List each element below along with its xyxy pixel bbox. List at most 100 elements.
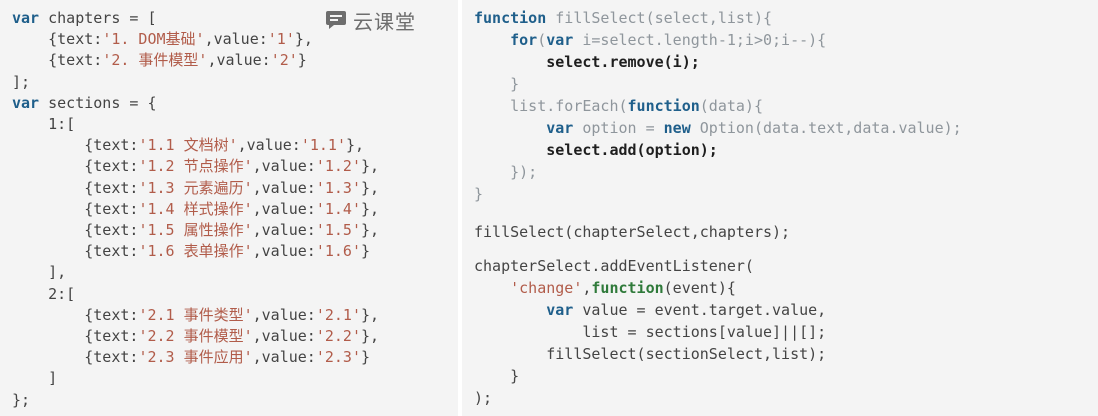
code-token: '2.1 事件类型'	[138, 305, 253, 324]
code-token: ,value:	[252, 199, 316, 218]
code-line: select.remove(i);	[474, 52, 700, 73]
code-token: '2'	[270, 51, 298, 70]
code-token: {text:	[12, 178, 139, 197]
code-token: var	[12, 93, 40, 112]
code-token: '2.3'	[315, 348, 361, 367]
code-token: function	[627, 97, 700, 115]
code-line: 'change',function(event){	[474, 278, 736, 299]
code-token: option =	[573, 119, 664, 137]
code-token: ,value:	[204, 30, 268, 49]
code-token: (	[537, 31, 547, 49]
code-line: ];	[12, 72, 30, 93]
code-line: {text:'1.4 样式操作',value:'1.4'},	[12, 199, 379, 220]
code-token: {text:	[12, 305, 139, 324]
watermark: 云课堂	[325, 6, 416, 34]
code-token: ,value:	[252, 305, 316, 324]
code-line: {text:'1.5 属性操作',value:'1.5'},	[12, 220, 379, 241]
code-token: ,value:	[252, 157, 316, 176]
code-token: ,value:	[252, 178, 316, 197]
code-token: '2.2'	[315, 327, 361, 345]
code-token: '1. DOM基础'	[102, 30, 205, 49]
code-line: 1:[	[12, 114, 75, 135]
code-line: }	[474, 184, 483, 205]
code-token: '1.3 元素遍历'	[138, 178, 253, 197]
code-token: ],	[12, 263, 67, 282]
code-token: (data){	[699, 97, 763, 115]
code-token: }	[361, 348, 371, 367]
code-token: i=select.length-1;i>0;i--){	[573, 31, 827, 49]
code-token: {text:	[12, 199, 139, 218]
code-line: var value = event.target.value,	[474, 300, 826, 321]
code-token: '1.1'	[300, 136, 346, 155]
code-line: );	[474, 388, 492, 409]
code-token: value = event.target.value,	[573, 301, 827, 319]
code-token: chapters = [	[39, 9, 157, 27]
code-line: {text:'1. DOM基础',value:'1'},	[12, 29, 313, 50]
code-token: '2. 事件模型'	[102, 51, 208, 70]
code-token: list.forEach(	[474, 97, 628, 115]
code-token: }	[361, 242, 371, 261]
code-token: },	[361, 199, 380, 218]
code-screenshot: var chapters = [ {text:'1. DOM基础',value:…	[0, 0, 1098, 416]
code-line: }	[474, 74, 519, 95]
code-token: {text:	[12, 136, 139, 155]
code-line: chapterSelect.addEventListener(	[474, 256, 754, 277]
code-token: ,value:	[252, 221, 316, 239]
code-token: '2.3 事件应用'	[138, 348, 253, 367]
code-token: ,value:	[237, 136, 301, 155]
code-line: {text:'1.2 节点操作',value:'1.2'},	[12, 156, 379, 177]
code-token: ,value:	[207, 51, 271, 70]
code-token: );	[474, 389, 493, 407]
right-code-panel: function fillSelect(select,list){ for(va…	[462, 0, 1098, 416]
code-token: '1.1 文档树'	[138, 136, 238, 155]
code-token: 2:[	[12, 284, 76, 303]
watermark-brand-text: 云课堂	[353, 9, 416, 34]
code-line: {text:'1.1 文档树',value:'1.1'},	[12, 135, 364, 156]
code-line: fillSelect(chapterSelect,chapters);	[474, 222, 790, 243]
code-token: {text:	[12, 348, 139, 367]
code-line: {text:'2.1 事件类型',value:'2.1'},	[12, 305, 379, 326]
code-token: '1.5'	[315, 221, 361, 239]
code-line: {text:'2.3 事件应用',value:'2.3'}	[12, 347, 370, 368]
code-line: select.add(option);	[474, 140, 718, 161]
left-code-panel: var chapters = [ {text:'1. DOM基础',value:…	[0, 0, 458, 416]
code-line: {text:'1.6 表单操作',value:'1.6'}	[12, 241, 370, 262]
code-token: '1.4'	[315, 199, 361, 218]
code-token: for	[510, 31, 538, 49]
code-token: '1'	[267, 30, 295, 49]
code-token: });	[474, 163, 538, 181]
code-line: for(var i=select.length-1;i>0;i--){	[474, 30, 826, 51]
code-token: 'change'	[510, 279, 583, 297]
code-token: Option(data.text,data.value);	[690, 119, 962, 137]
code-token: ];	[12, 72, 31, 91]
code-token: }	[474, 185, 484, 203]
code-line: 2:[	[12, 284, 75, 305]
code-token: '1.6'	[315, 242, 361, 261]
code-token: chapterSelect.addEventListener(	[474, 257, 754, 275]
code-token: '2.2 事件模型'	[138, 327, 253, 345]
code-token: {text:	[12, 242, 139, 261]
code-token: {text:	[12, 51, 103, 70]
code-token: },	[346, 136, 365, 155]
code-line: };	[12, 390, 30, 411]
code-token: },	[361, 178, 380, 197]
code-token: fillSelect(select,list){	[546, 9, 773, 27]
code-token: '1.6 表单操作'	[138, 242, 253, 261]
code-token: function	[474, 9, 547, 27]
code-line: {text:'2. 事件模型',value:'2'}	[12, 50, 307, 71]
code-token: 1:[	[12, 115, 76, 133]
code-token: '1.2 节点操作'	[138, 157, 253, 176]
code-token: ,value:	[252, 348, 316, 367]
code-line: {text:'2.2 事件模型',value:'2.2'},	[12, 326, 379, 347]
code-line: }	[474, 366, 519, 387]
code-token: fillSelect(chapterSelect,chapters);	[474, 223, 791, 241]
code-token: },	[361, 157, 380, 176]
code-token: var	[12, 9, 40, 27]
code-token: {text:	[12, 327, 139, 345]
code-line: var sections = {	[12, 93, 157, 114]
code-token: },	[294, 30, 313, 49]
code-token: ,value:	[252, 242, 316, 261]
